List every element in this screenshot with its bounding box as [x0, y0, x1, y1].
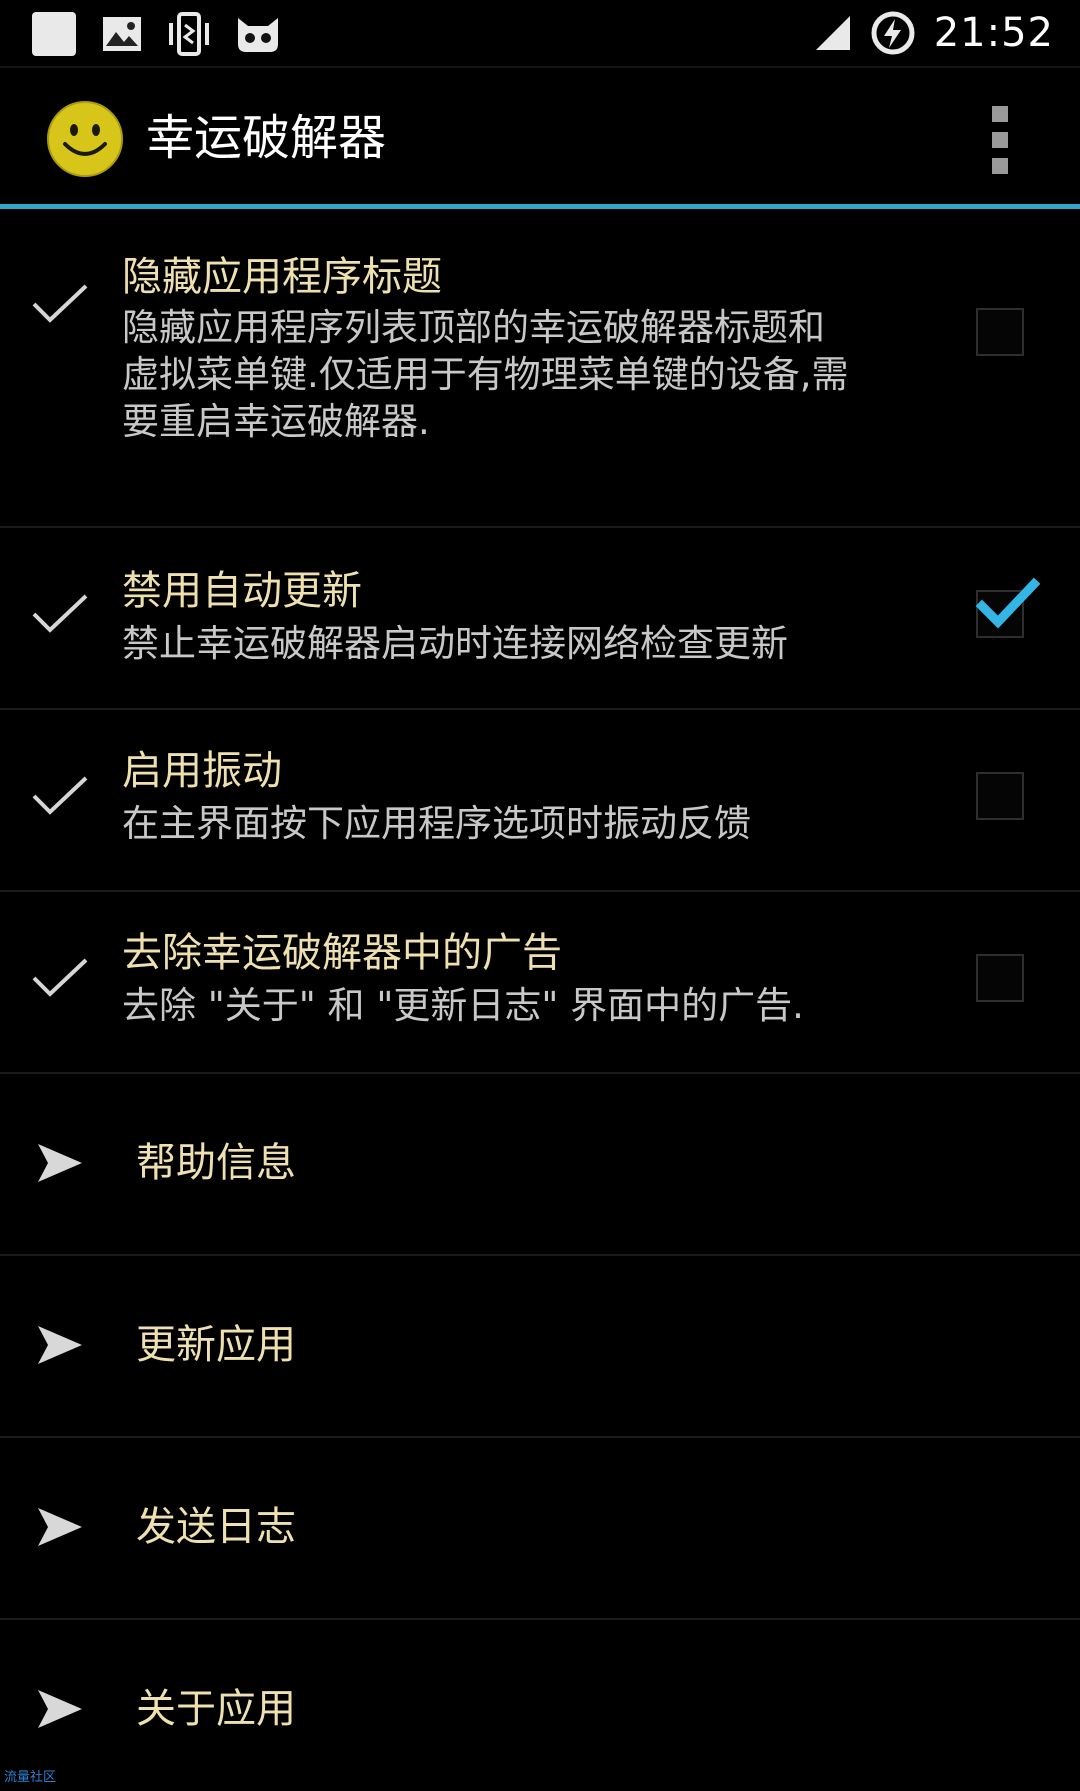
pref-remove-ads[interactable]: 去除幸运破解器中的广告 去除 "关于" 和 "更新日志" 界面中的广告.: [0, 892, 1080, 1074]
notification-icons: [30, 9, 280, 59]
watermark: 流量社区: [4, 1770, 57, 1785]
action-bar: 幸运破解器: [0, 68, 1080, 206]
pref-summary-line: 隐藏应用程序列表顶部的幸运破解器标题和: [122, 306, 825, 349]
checkbox-hide-app-title[interactable]: [976, 308, 1024, 356]
check-mark-icon: [32, 776, 88, 815]
check-mark-icon: [32, 594, 88, 633]
pref-summary-line: 要重启幸运破解器.: [122, 400, 430, 443]
smiley-face-logo[interactable]: [46, 100, 124, 178]
pref-summary: 在主界面按下应用程序选项时振动反馈: [122, 800, 952, 847]
action-label: 更新应用: [136, 1322, 296, 1368]
pref-title: 禁用自动更新: [122, 568, 362, 614]
charging-icon: [871, 11, 915, 55]
pref-title: 启用振动: [122, 748, 282, 794]
action-bar-divider: [0, 204, 1080, 209]
checkbox-remove-ads[interactable]: [976, 954, 1024, 1002]
pref-summary: 去除 "关于" 和 "更新日志" 界面中的广告.: [122, 982, 952, 1029]
action-send-log[interactable]: 发送日志: [0, 1438, 1080, 1620]
pref-summary-line: 虚拟菜单键.仅适用于有物理菜单键的设备,需: [122, 353, 849, 396]
action-about-app[interactable]: 关于应用: [0, 1620, 1080, 1791]
menu-dot: [992, 158, 1008, 174]
pref-enable-vibration[interactable]: 启用振动 在主界面按下应用程序选项时振动反馈: [0, 710, 1080, 892]
pref-summary-line: 去除 "关于" 和 "更新日志" 界面中的广告.: [122, 984, 804, 1027]
send-arrow-icon: [38, 1326, 82, 1364]
menu-dot: [992, 106, 1008, 122]
action-label: 关于应用: [136, 1686, 296, 1732]
pref-summary-line: 禁止幸运破解器启动时连接网络检查更新: [122, 622, 788, 665]
signal-icon: [815, 16, 850, 50]
pref-hide-app-title[interactable]: 隐藏应用程序标题 隐藏应用程序列表顶部的幸运破解器标题和 虚拟菜单键.仅适用于有…: [0, 224, 1080, 528]
status-bar: 21:52: [0, 0, 1080, 68]
checkbox-enable-vibration[interactable]: [976, 772, 1024, 820]
check-mark-icon: [32, 958, 88, 997]
overflow-menu-icon[interactable]: [982, 106, 1018, 174]
send-arrow-icon: [38, 1508, 82, 1546]
pref-summary: 禁止幸运破解器启动时连接网络检查更新: [122, 620, 952, 667]
notification-square-icon: [32, 12, 76, 56]
system-status: 21:52: [814, 6, 1054, 60]
pref-disable-auto-update[interactable]: 禁用自动更新 禁止幸运破解器启动时连接网络检查更新: [0, 528, 1080, 710]
action-update-app[interactable]: 更新应用: [0, 1256, 1080, 1438]
settings-screen: 21:52 幸运破解器 隐藏应用程序标题 隐藏应用程序列表顶部的幸运破解器标题和…: [0, 0, 1080, 1791]
action-label: 发送日志: [136, 1504, 296, 1550]
action-help-info[interactable]: 帮助信息: [0, 1074, 1080, 1256]
status-time: 21:52: [933, 10, 1054, 56]
pref-summary-line: 在主界面按下应用程序选项时振动反馈: [122, 802, 751, 845]
check-mark-icon: [32, 284, 88, 323]
page-title: 幸运破解器: [146, 110, 387, 166]
vibrate-icon: [169, 12, 209, 56]
pref-title: 隐藏应用程序标题: [122, 254, 442, 300]
cat-face-icon: [238, 18, 278, 52]
pref-summary: 隐藏应用程序列表顶部的幸运破解器标题和 虚拟菜单键.仅适用于有物理菜单键的设备,…: [122, 304, 952, 445]
menu-dot: [992, 132, 1008, 148]
action-label: 帮助信息: [136, 1140, 296, 1186]
send-arrow-icon: [38, 1690, 82, 1728]
checkbox-checked-icon: [975, 577, 1040, 629]
send-arrow-icon: [38, 1144, 82, 1182]
pref-title: 去除幸运破解器中的广告: [122, 930, 562, 976]
checkbox-disable-auto-update[interactable]: [975, 577, 1040, 638]
image-icon: [103, 17, 141, 51]
preference-list: 隐藏应用程序标题 隐藏应用程序列表顶部的幸运破解器标题和 虚拟菜单键.仅适用于有…: [0, 224, 1080, 1791]
